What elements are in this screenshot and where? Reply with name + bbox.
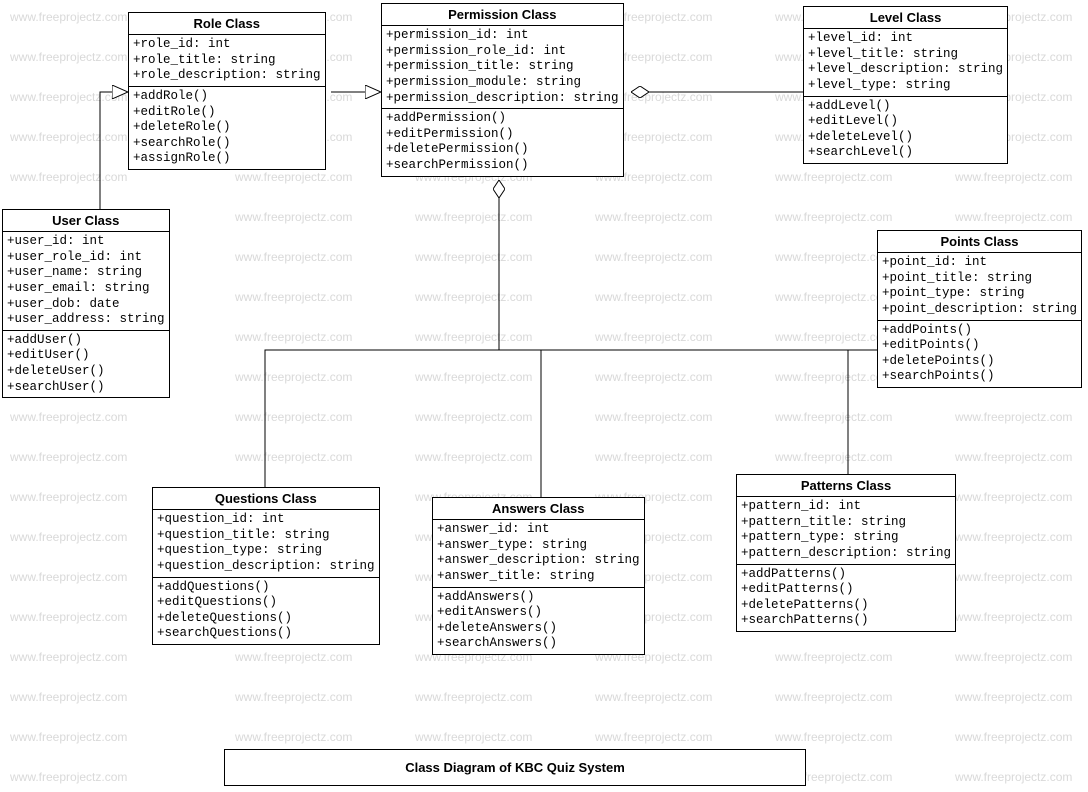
class-title: Level Class <box>804 7 1007 29</box>
class-attrs: +question_id: int +question_title: strin… <box>153 510 379 577</box>
class-ops: +addPoints() +editPoints() +deletePoints… <box>878 320 1081 388</box>
class-ops: +addPatterns() +editPatterns() +deletePa… <box>737 564 955 632</box>
class-title: Patterns Class <box>737 475 955 497</box>
class-questions: Questions Class +question_id: int +quest… <box>152 487 380 645</box>
class-permission: Permission Class +permission_id: int +pe… <box>381 3 624 177</box>
class-ops: +addPermission() +editPermission() +dele… <box>382 108 623 176</box>
class-ops: +addRole() +editRole() +deleteRole() +se… <box>129 86 325 169</box>
class-ops: +addQuestions() +editQuestions() +delete… <box>153 577 379 645</box>
class-level: Level Class +level_id: int +level_title:… <box>803 6 1008 164</box>
class-title: Questions Class <box>153 488 379 510</box>
class-title: Points Class <box>878 231 1081 253</box>
class-ops: +addUser() +editUser() +deleteUser() +se… <box>3 330 169 398</box>
class-attrs: +level_id: int +level_title: string +lev… <box>804 29 1007 96</box>
class-title: Permission Class <box>382 4 623 26</box>
class-role: Role Class +role_id: int +role_title: st… <box>128 12 326 170</box>
class-title: Answers Class <box>433 498 644 520</box>
class-user: User Class +user_id: int +user_role_id: … <box>2 209 170 398</box>
class-answers: Answers Class +answer_id: int +answer_ty… <box>432 497 645 655</box>
class-ops: +addAnswers() +editAnswers() +deleteAnsw… <box>433 587 644 655</box>
class-title: Role Class <box>129 13 325 35</box>
diagram-caption: Class Diagram of KBC Quiz System <box>224 749 806 786</box>
class-attrs: +point_id: int +point_title: string +poi… <box>878 253 1081 320</box>
class-attrs: +pattern_id: int +pattern_title: string … <box>737 497 955 564</box>
class-attrs: +user_id: int +user_role_id: int +user_n… <box>3 232 169 330</box>
class-attrs: +answer_id: int +answer_type: string +an… <box>433 520 644 587</box>
class-points: Points Class +point_id: int +point_title… <box>877 230 1082 388</box>
class-attrs: +role_id: int +role_title: string +role_… <box>129 35 325 86</box>
class-attrs: +permission_id: int +permission_role_id:… <box>382 26 623 108</box>
class-title: User Class <box>3 210 169 232</box>
class-ops: +addLevel() +editLevel() +deleteLevel() … <box>804 96 1007 164</box>
class-patterns: Patterns Class +pattern_id: int +pattern… <box>736 474 956 632</box>
